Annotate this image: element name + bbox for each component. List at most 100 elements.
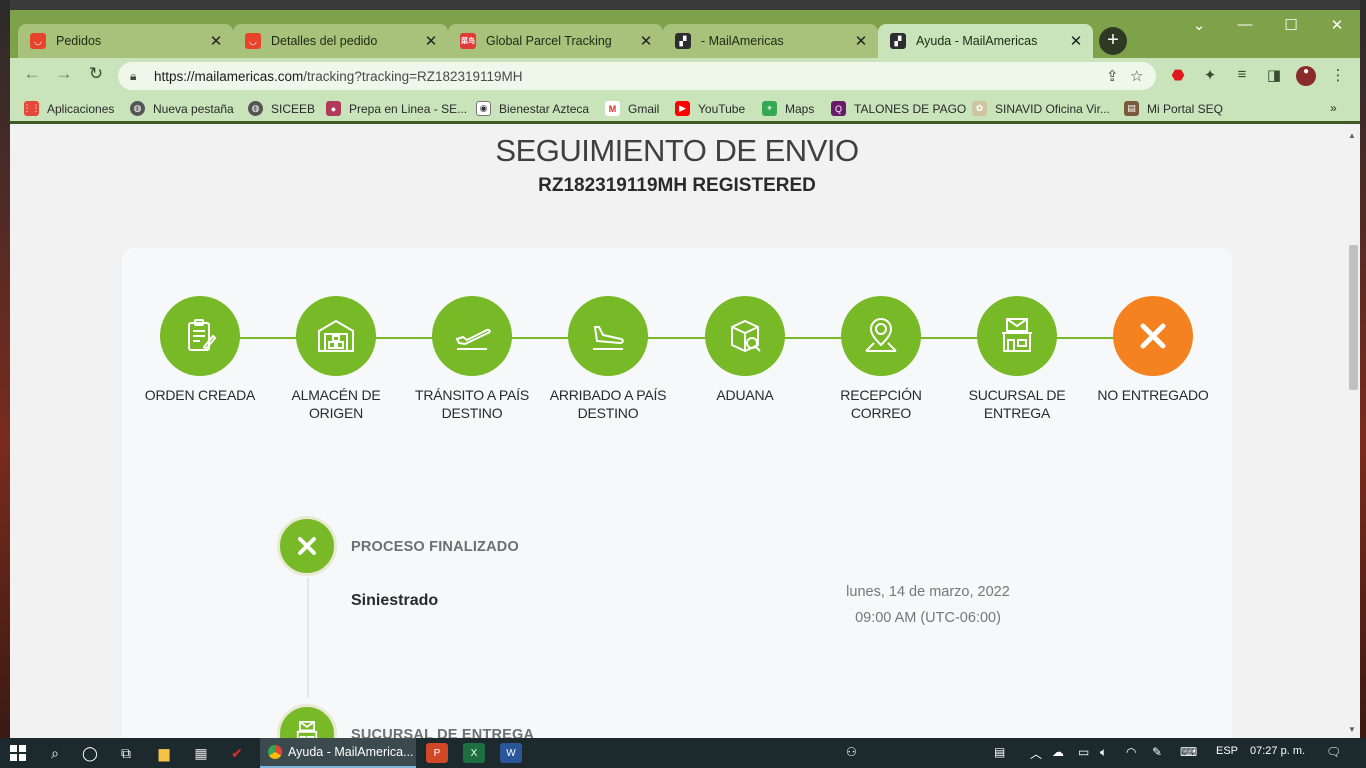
onedrive-cloud-icon[interactable]: ☁: [1052, 745, 1064, 759]
reload-button[interactable]: ↻: [84, 64, 108, 84]
word-icon[interactable]: W: [500, 743, 522, 763]
new-tab-button[interactable]: +: [1099, 27, 1127, 55]
page-title: SEGUIMIENTO DE ENVIO: [495, 133, 859, 168]
windows-start-icon[interactable]: [7, 743, 29, 763]
volume-icon[interactable]: 🔈︎: [1100, 745, 1107, 760]
action-center-icon[interactable]: 🗨︎: [1326, 745, 1341, 759]
tab-ayuda-mailamericas[interactable]: ▞ Ayuda - MailAmericas ✕: [878, 24, 1093, 58]
profile-avatar[interactable]: ●: [1296, 66, 1316, 86]
search-icon[interactable]: ⌕: [44, 743, 66, 763]
bookmarks-overflow-button[interactable]: »: [1330, 101, 1337, 115]
step-arribado-a-pais-destino: ARRIBADO A PAÍS DESTINO: [543, 296, 673, 422]
bookmark-youtube[interactable]: ▶ YouTube: [675, 101, 745, 116]
close-icon[interactable]: ✕: [207, 32, 225, 50]
close-icon[interactable]: ✕: [422, 32, 440, 50]
media-control-icon[interactable]: ≡: [1232, 66, 1252, 86]
scroll-down-arrow-icon[interactable]: ▼: [1348, 725, 1356, 734]
bookmark-maps[interactable]: ⌖ Maps: [762, 101, 814, 116]
lock-icon: 🔒︎: [130, 68, 137, 83]
tab-pedidos[interactable]: ◡ Pedidos ✕: [18, 24, 233, 58]
battery-icon[interactable]: ▭: [1078, 745, 1089, 759]
minimize-button[interactable]: —: [1222, 16, 1268, 33]
pen-icon[interactable]: ✎: [1152, 745, 1162, 759]
tab-search-icon[interactable]: ⌄: [1176, 16, 1222, 34]
close-icon[interactable]: ✕: [852, 32, 870, 50]
browser-window: ◡ Pedidos ✕ ◡ Detalles del pedido ✕ 菜鸟 G…: [10, 10, 1360, 738]
step-label: TRÁNSITO A PAÍS DESTINO: [415, 387, 529, 421]
browser-toolbar: ← → ↻ 🔒︎ https://mailamericas.com/tracki…: [10, 58, 1360, 94]
side-panel-icon[interactable]: ◨: [1264, 66, 1284, 86]
mailamericas-icon: ▞: [675, 33, 691, 49]
close-icon[interactable]: ✕: [1067, 32, 1085, 50]
input-language[interactable]: ESP: [1216, 745, 1238, 757]
bookmark-gmail[interactable]: M Gmail: [605, 101, 659, 116]
prepa-icon: ●: [326, 101, 341, 116]
tab-mailamericas[interactable]: ▞ - MailAmericas ✕: [663, 24, 878, 58]
cortana-icon[interactable]: ◯: [79, 743, 101, 763]
tab-strip: ◡ Pedidos ✕ ◡ Detalles del pedido ✕ 菜鸟 G…: [10, 10, 1360, 58]
tab-global-parcel-tracking[interactable]: 菜鸟 Global Parcel Tracking ✕: [448, 24, 663, 58]
page-scrollbar[interactable]: ▲ ▼: [1346, 127, 1360, 738]
taskbar-chrome-app[interactable]: Ayuda - MailAmerica...: [260, 738, 416, 768]
maximize-button[interactable]: ☐: [1268, 16, 1314, 34]
step-label: ARRIBADO A PAÍS DESTINO: [549, 387, 667, 421]
url-text: https://mailamericas.com/tracking?tracki…: [154, 68, 523, 84]
system-clock[interactable]: 07:27 p. m.: [1250, 745, 1305, 757]
bookmark-talones-de-pago[interactable]: Q TALONES DE PAGO: [831, 101, 966, 116]
globe-icon: ◍: [130, 101, 145, 116]
bookmark-siceeb[interactable]: ◍ SICEEB: [248, 101, 315, 116]
bookmark-nueva-pestana[interactable]: ◍ Nueva pestaña: [130, 101, 234, 116]
adblock-extension-icon[interactable]: ⬣: [1168, 66, 1188, 86]
map-pin-icon: [841, 296, 921, 376]
step-aduana: ADUANA: [680, 296, 810, 404]
touch-keyboard-icon[interactable]: ⌨: [1180, 745, 1197, 759]
show-hidden-icons-chevron-icon[interactable]: ︿: [1030, 745, 1042, 762]
news-widget-icon[interactable]: ▤: [994, 745, 1005, 759]
step-orden-creada: ORDEN CREADA: [135, 296, 265, 404]
tab-title: Pedidos: [56, 34, 102, 48]
close-icon[interactable]: ✕: [637, 32, 655, 50]
youtube-icon: ▶: [675, 101, 690, 116]
bookmark-label: SICEEB: [271, 101, 316, 116]
back-button[interactable]: ←: [20, 64, 44, 84]
task-view-icon[interactable]: ⧉: [115, 743, 137, 763]
address-bar[interactable]: 🔒︎ https://mailamericas.com/tracking?tra…: [118, 62, 1156, 90]
windows-taskbar: ⌕ ◯ ⧉ ▆ ▦ ✔ Ayuda - MailAmerica... P X W…: [0, 738, 1366, 768]
tab-detalles-del-pedido[interactable]: ◡ Detalles del pedido ✕: [233, 24, 448, 58]
file-explorer-icon[interactable]: ▆: [153, 743, 175, 763]
chrome-icon: [268, 745, 282, 759]
parcel-tracking-icon: 菜鸟: [460, 33, 476, 49]
bookmark-prepa-en-linea[interactable]: ● Prepa en Linea - SE...: [326, 101, 467, 116]
menu-kebab-icon[interactable]: ⋮: [1328, 66, 1348, 86]
powerpoint-icon[interactable]: P: [426, 743, 448, 763]
wifi-icon[interactable]: ◠: [1126, 745, 1136, 759]
bookmark-label: Mi Portal SEQ: [1147, 101, 1224, 116]
globe-icon: ◍: [248, 101, 263, 116]
antivirus-icon[interactable]: ✔: [226, 743, 248, 763]
extensions-puzzle-icon[interactable]: ✦: [1200, 66, 1220, 86]
scrollbar-thumb[interactable]: [1349, 245, 1358, 390]
aliexpress-icon: ◡: [245, 33, 261, 49]
tab-title: - MailAmericas: [701, 34, 784, 48]
close-window-button[interactable]: ✕: [1314, 16, 1360, 34]
step-label: NO ENTREGADO: [1097, 387, 1209, 403]
people-icon[interactable]: ⚇: [846, 745, 857, 759]
calculator-icon[interactable]: ▦: [190, 743, 212, 763]
step-recepcion-correo: RECEPCIÓN CORREO: [816, 296, 946, 422]
forward-button[interactable]: →: [52, 64, 76, 84]
bookmark-mi-portal-seq[interactable]: ▤ Mi Portal SEQ: [1124, 101, 1223, 116]
timeline-status: SUCURSAL DE ENTREGA: [351, 727, 535, 738]
bookmark-star-icon[interactable]: ☆: [1130, 67, 1143, 85]
bookmark-label: Bienestar Azteca: [499, 101, 590, 116]
scroll-up-arrow-icon[interactable]: ▲: [1348, 131, 1356, 140]
tracking-number: RZ182319119MH REGISTERED: [538, 175, 816, 196]
share-icon[interactable]: ⇪: [1106, 67, 1119, 85]
portal-icon: ▤: [1124, 101, 1139, 116]
bookmark-bienestar-azteca[interactable]: ◉ Bienestar Azteca: [476, 101, 589, 116]
timeline-time: 09:00 AM (UTC-06:00): [855, 610, 1001, 626]
customs-box-icon: [705, 296, 785, 376]
excel-icon[interactable]: X: [463, 743, 485, 763]
bookmark-aplicaciones[interactable]: ⋮⋮ Aplicaciones: [23, 101, 114, 116]
bookmark-sinavid[interactable]: ✿ SINAVID Oficina Vir...: [972, 101, 1110, 116]
eye-icon: ◉: [476, 101, 491, 116]
